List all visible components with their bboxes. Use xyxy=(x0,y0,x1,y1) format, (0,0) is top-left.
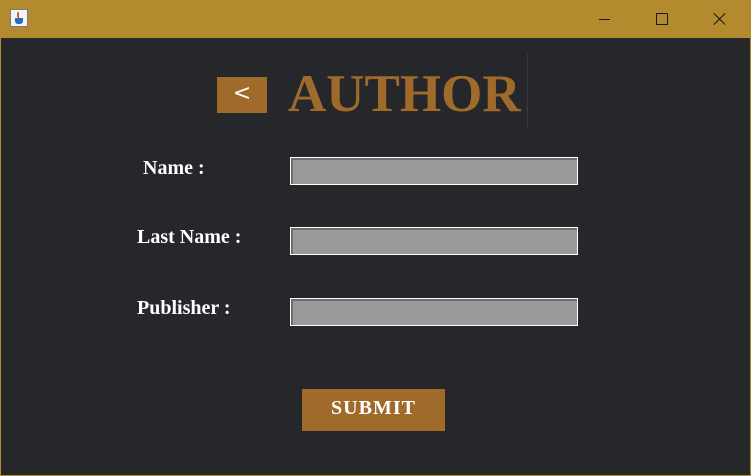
publisher-label: Publisher : xyxy=(137,297,231,319)
last-name-label: Last Name : xyxy=(137,226,242,248)
name-label: Name : xyxy=(143,157,205,179)
publisher-field[interactable] xyxy=(290,298,578,326)
app-window: < AUTHOR Name : Last Name : Publisher : … xyxy=(0,0,751,476)
title-divider xyxy=(527,54,528,128)
maximize-button[interactable] xyxy=(633,1,691,38)
title-bar[interactable] xyxy=(1,1,750,38)
minimize-icon xyxy=(599,19,610,20)
java-cup-icon xyxy=(10,9,28,27)
minimize-button[interactable] xyxy=(575,1,633,38)
back-button[interactable]: < xyxy=(217,77,267,113)
submit-button[interactable]: SUBMIT xyxy=(302,389,445,431)
maximize-icon xyxy=(656,13,668,25)
main-panel: < AUTHOR Name : Last Name : Publisher : … xyxy=(1,38,750,475)
close-icon xyxy=(713,12,727,26)
name-field[interactable] xyxy=(290,157,578,185)
last-name-field[interactable] xyxy=(290,227,578,255)
page-title: AUTHOR xyxy=(288,65,521,123)
close-button[interactable] xyxy=(691,1,749,38)
